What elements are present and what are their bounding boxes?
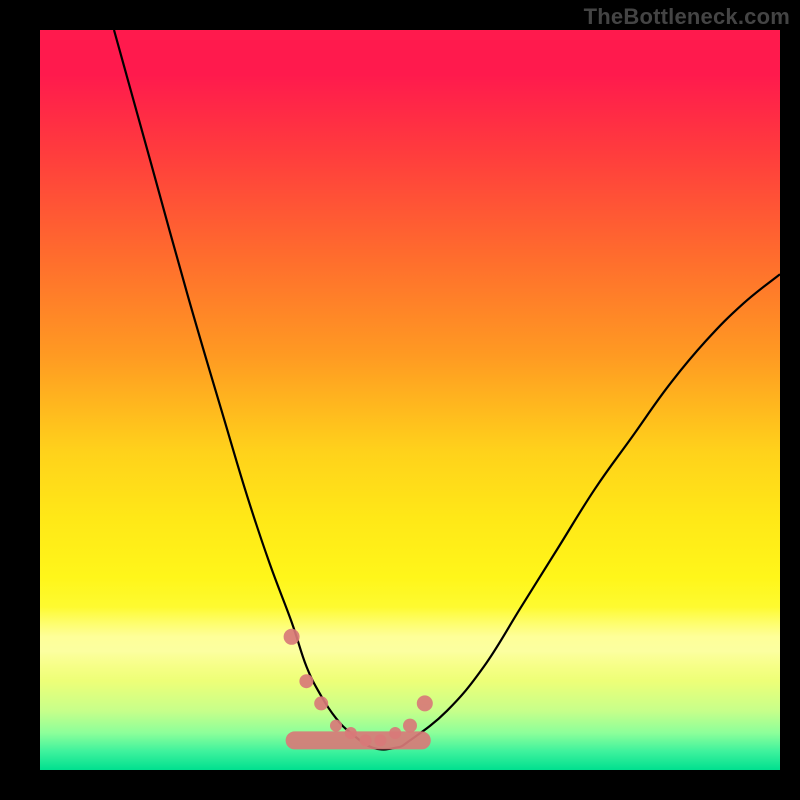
marker-point: [403, 719, 417, 733]
marker-group: [284, 629, 433, 750]
marker-point: [284, 629, 300, 645]
plot-area: [40, 30, 780, 770]
chart-frame: TheBottleneck.com: [0, 0, 800, 800]
marker-valley-cap: [286, 731, 431, 749]
marker-point: [374, 734, 386, 746]
curve-layer: [40, 30, 780, 770]
marker-point: [314, 696, 328, 710]
marker-point: [299, 674, 313, 688]
marker-point: [389, 727, 401, 739]
marker-point: [345, 727, 357, 739]
bottleneck-curve-path: [114, 30, 780, 750]
watermark-text: TheBottleneck.com: [584, 4, 790, 30]
marker-point: [330, 720, 342, 732]
marker-point: [417, 695, 433, 711]
marker-point: [360, 734, 372, 746]
